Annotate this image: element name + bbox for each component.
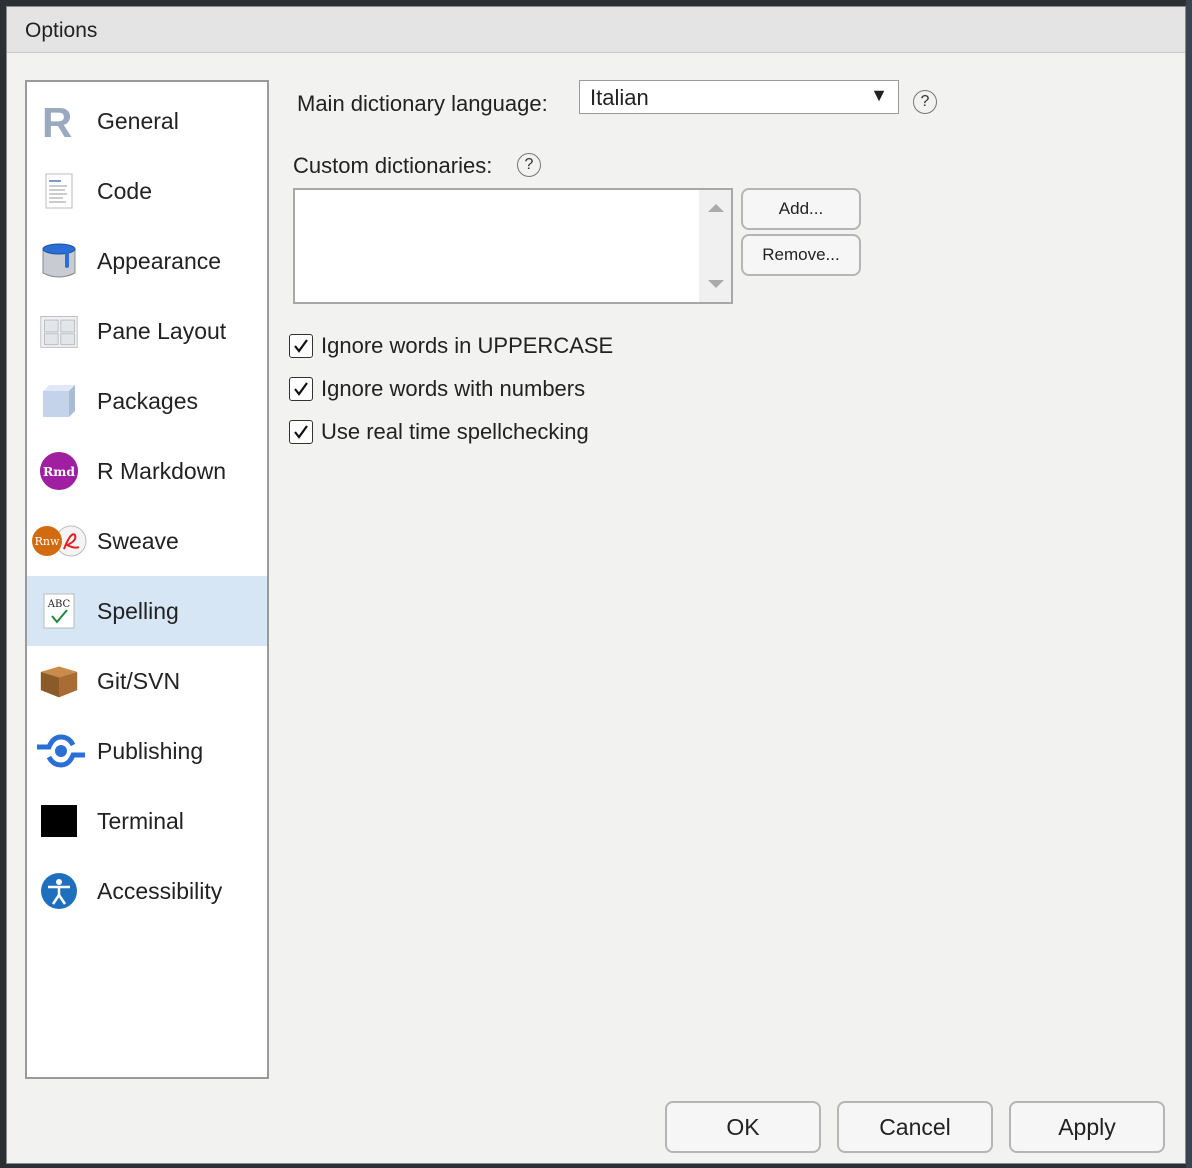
sidebar-item-label: General [97, 107, 179, 134]
accessibility-icon [39, 871, 79, 911]
options-sidebar: R General Code Appearance Pane Layout Pa… [25, 80, 269, 1079]
sidebar-item-label: Packages [97, 387, 199, 414]
sidebar-item-label: Accessibility [97, 877, 223, 904]
sidebar-item-code[interactable]: Code [27, 156, 267, 226]
sidebar-item-label: Terminal [97, 807, 184, 834]
sidebar-item-label: R Markdown [97, 457, 227, 484]
sidebar-item-accessibility[interactable]: Accessibility [27, 856, 267, 926]
help-icon[interactable]: ? [517, 153, 541, 177]
sidebar-item-git-svn[interactable]: Git/SVN [27, 646, 267, 716]
code-document-icon [39, 171, 79, 211]
svg-text:R: R [42, 101, 72, 141]
sidebar-item-r-markdown[interactable]: Rmd R Markdown [27, 436, 267, 506]
box-icon [39, 661, 79, 701]
remove-dictionary-button[interactable]: Remove... [741, 234, 861, 276]
checkbox-label: Use real time spellchecking [321, 419, 589, 444]
publishing-icon [35, 731, 87, 771]
ignore-numbers-checkbox[interactable] [289, 377, 313, 401]
background-app [1186, 0, 1192, 1168]
sidebar-item-label: Publishing [97, 737, 204, 764]
ignore-uppercase-option[interactable]: Ignore words in UPPERCASE [289, 331, 613, 361]
pane-layout-icon [39, 311, 79, 351]
cancel-button[interactable]: Cancel [837, 1101, 993, 1153]
terminal-icon [39, 801, 79, 841]
sidebar-item-label: Git/SVN [97, 667, 181, 694]
sidebar-item-terminal[interactable]: Terminal [27, 786, 267, 856]
sidebar-item-appearance[interactable]: Appearance [27, 226, 267, 296]
main-dictionary-select[interactable]: Italian ▼ [579, 80, 899, 114]
sidebar-item-label: Sweave [97, 527, 179, 554]
sidebar-item-packages[interactable]: Packages [27, 366, 267, 436]
help-icon[interactable]: ? [913, 90, 937, 114]
paint-bucket-icon [39, 241, 79, 281]
custom-dictionaries-label: Custom dictionaries: [293, 153, 493, 178]
ignore-uppercase-checkbox[interactable] [289, 334, 313, 358]
sidebar-item-spelling[interactable]: ABC Spelling [27, 576, 267, 646]
svg-text:ABC: ABC [47, 599, 71, 610]
add-dictionary-button[interactable]: Add... [741, 188, 861, 230]
scroll-up-icon[interactable] [708, 204, 724, 212]
abc-check-icon: ABC [39, 591, 79, 631]
sweave-pdf-icon: Rnw [31, 521, 87, 561]
ignore-numbers-option[interactable]: Ignore words with numbers [289, 374, 585, 404]
apply-button[interactable]: Apply [1009, 1101, 1165, 1153]
sidebar-item-pane-layout[interactable]: Pane Layout [27, 296, 267, 366]
rmd-icon: Rmd [39, 451, 79, 491]
sidebar-item-label: Pane Layout [97, 317, 227, 344]
main-dictionary-label: Main dictionary language: [297, 91, 548, 116]
sidebar-item-label: Appearance [97, 247, 222, 274]
svg-text:Rnw: Rnw [35, 535, 60, 548]
dialog-title: Options [25, 19, 98, 42]
options-dialog: Options R General Code Appearance Pane L… [6, 6, 1186, 1164]
scroll-down-icon[interactable] [708, 280, 724, 288]
checkbox-label: Ignore words in UPPERCASE [321, 333, 614, 358]
list-scrollbar[interactable] [699, 190, 731, 302]
sidebar-item-sweave[interactable]: Rnw Sweave [27, 506, 267, 576]
svg-text:Rmd: Rmd [43, 464, 75, 479]
custom-dictionaries-list[interactable] [293, 188, 733, 304]
sidebar-item-label: Code [97, 177, 152, 204]
main-dictionary-value: Italian [590, 85, 649, 110]
title-bar: Options [7, 7, 1185, 53]
sidebar-item-publishing[interactable]: Publishing [27, 716, 267, 786]
checkbox-label: Ignore words with numbers [321, 376, 586, 401]
dropdown-arrow-icon: ▼ [870, 85, 888, 105]
sidebar-item-label: Spelling [97, 597, 179, 624]
realtime-spellcheck-checkbox[interactable] [289, 420, 313, 444]
r-logo-icon: R [39, 101, 79, 141]
realtime-spellcheck-option[interactable]: Use real time spellchecking [289, 417, 589, 447]
package-cube-icon [39, 381, 79, 421]
ok-button[interactable]: OK [665, 1101, 821, 1153]
sidebar-item-general[interactable]: R General [27, 86, 267, 156]
